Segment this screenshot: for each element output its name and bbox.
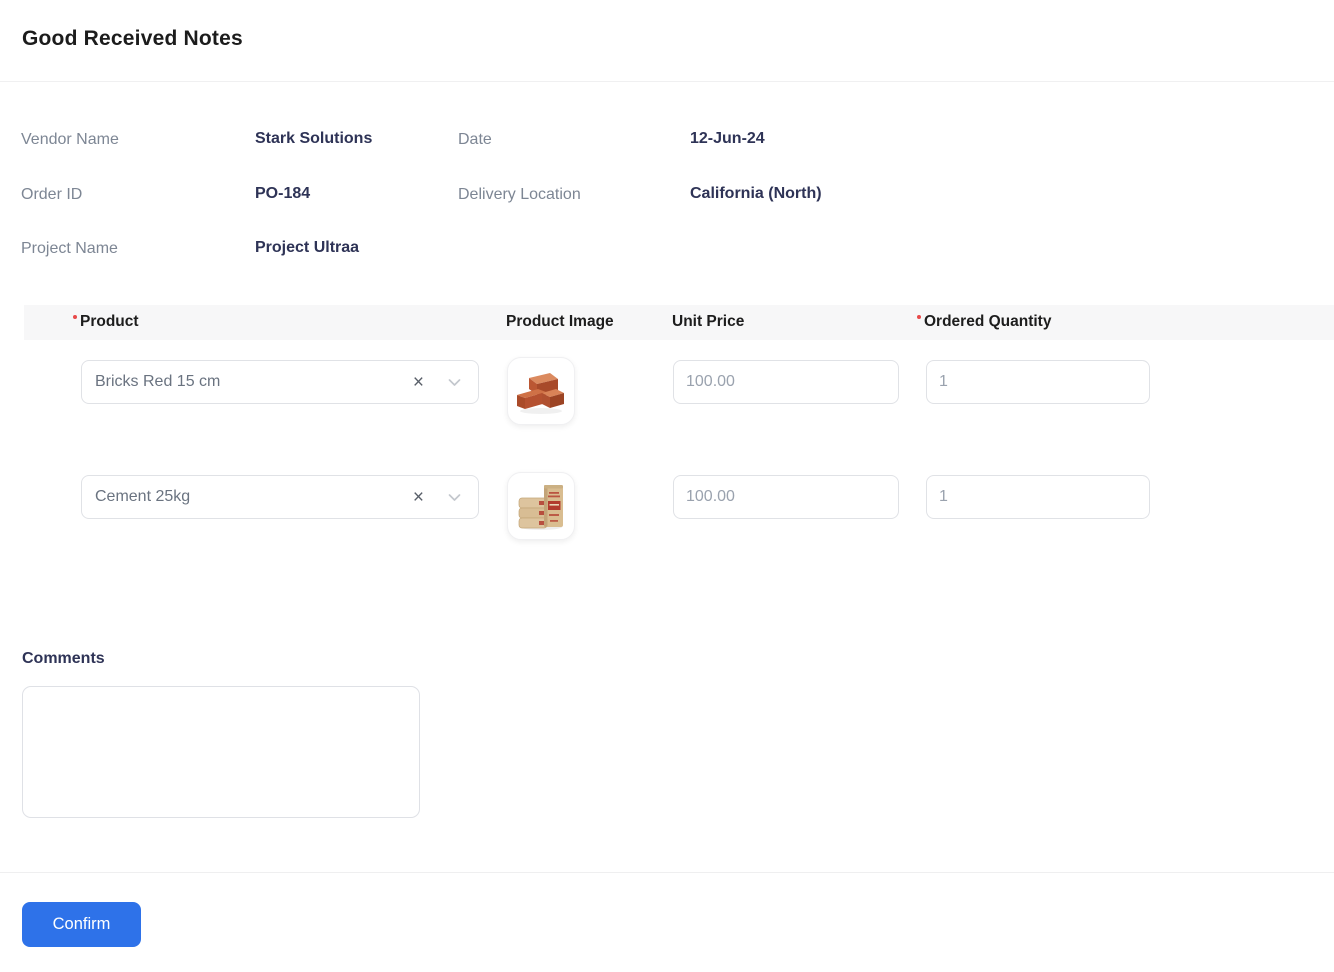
vendor-name-value: Stark Solutions (255, 129, 372, 148)
product-select-value: Bricks Red 15 cm (95, 373, 413, 391)
unit-price-input[interactable] (673, 360, 899, 404)
order-id-value: PO-184 (255, 184, 310, 203)
footer-divider (0, 872, 1334, 873)
project-name-label: Project Name (21, 239, 118, 258)
comments-textarea[interactable] (22, 686, 420, 818)
product-image-card (507, 357, 575, 425)
cement-bags-icon (515, 480, 567, 532)
chevron-down-icon[interactable] (445, 488, 464, 507)
order-id-label: Order ID (21, 185, 82, 204)
date-value: 12-Jun-24 (690, 129, 765, 148)
product-select-value: Cement 25kg (95, 488, 413, 506)
product-image-card (507, 472, 575, 540)
ordered-quantity-input[interactable] (926, 475, 1150, 519)
date-label: Date (458, 130, 492, 149)
unit-price-input[interactable] (673, 475, 899, 519)
item-row-1: Bricks Red 15 cm × (0, 357, 1334, 425)
bricks-stack-icon (515, 365, 567, 417)
chevron-down-icon[interactable] (445, 373, 464, 392)
product-image-column-header: Product Image (506, 313, 614, 331)
clear-icon[interactable]: × (413, 488, 424, 507)
product-select[interactable]: Cement 25kg × (81, 475, 479, 519)
item-row-2: Cement 25kg × (0, 472, 1334, 540)
page-header: Good Received Notes (0, 0, 1334, 82)
clear-icon[interactable]: × (413, 373, 424, 392)
items-table-header: Product Product Image Unit Price Ordered… (24, 305, 1334, 340)
unit-price-column-header: Unit Price (672, 313, 744, 331)
required-indicator (917, 315, 921, 319)
delivery-location-label: Delivery Location (458, 185, 581, 204)
confirm-button[interactable]: Confirm (22, 902, 141, 947)
ordered-quantity-column-header: Ordered Quantity (917, 313, 1051, 331)
ordered-quantity-input[interactable] (926, 360, 1150, 404)
delivery-location-value: California (North) (690, 184, 822, 203)
product-select[interactable]: Bricks Red 15 cm × (81, 360, 479, 404)
project-name-value: Project Ultraa (255, 238, 359, 257)
page-title: Good Received Notes (22, 27, 243, 51)
product-column-header: Product (73, 313, 139, 331)
comments-label: Comments (22, 650, 105, 668)
good-received-notes-page: Good Received Notes Vendor Name Stark So… (0, 0, 1334, 972)
vendor-name-label: Vendor Name (21, 130, 119, 149)
required-indicator (73, 315, 77, 319)
